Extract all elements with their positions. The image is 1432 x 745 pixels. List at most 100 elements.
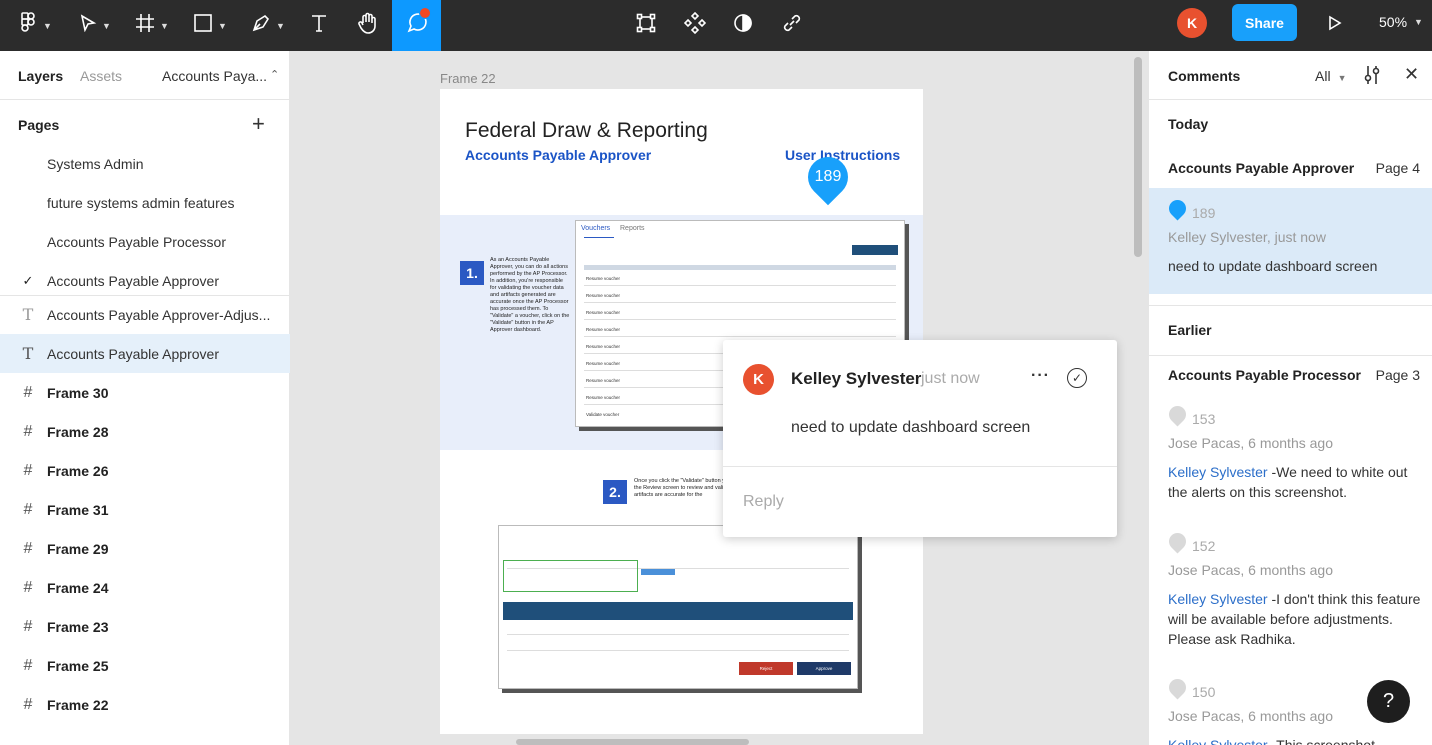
link-button[interactable] bbox=[776, 0, 808, 51]
layer-row[interactable]: # Frame 28 bbox=[0, 412, 290, 451]
link-icon bbox=[782, 13, 802, 38]
arrow-icon bbox=[641, 569, 675, 575]
edit-object-button[interactable] bbox=[630, 0, 662, 51]
page-label: Accounts Payable Processor bbox=[47, 233, 226, 250]
layer-row-selected[interactable]: T Accounts Payable Approver bbox=[0, 334, 290, 373]
page-item[interactable]: future systems admin features bbox=[0, 183, 290, 222]
layer-row[interactable]: # Frame 30 bbox=[0, 373, 290, 412]
layer-row[interactable]: # Frame 31 bbox=[0, 490, 290, 529]
frame-tool[interactable]: ▼ bbox=[127, 0, 177, 51]
reply-input[interactable]: Reply bbox=[743, 493, 784, 511]
layer-row[interactable]: # Frame 25 bbox=[0, 646, 290, 685]
horizontal-scrollbar[interactable] bbox=[516, 739, 749, 745]
mention-link[interactable]: Kelley Sylvester bbox=[1168, 464, 1268, 480]
text-tool[interactable] bbox=[303, 0, 335, 51]
vertical-scrollbar[interactable] bbox=[1134, 57, 1142, 257]
page-dropdown[interactable]: Accounts Paya... bbox=[162, 68, 267, 84]
rectangle-icon bbox=[193, 13, 213, 38]
pen-tool[interactable]: ▼ bbox=[243, 0, 293, 51]
shot-row-line bbox=[507, 634, 849, 635]
chevron-down-icon: ▼ bbox=[43, 20, 52, 31]
layer-label: Frame 24 bbox=[47, 579, 109, 596]
review-screenshot: Reject Approve bbox=[498, 525, 858, 689]
comment-text: need to update dashboard screen bbox=[1168, 258, 1378, 274]
layer-row[interactable]: # Frame 22 bbox=[0, 685, 290, 724]
comment-pin-number[interactable]: 189 bbox=[808, 157, 848, 197]
pages-heading: Pages bbox=[18, 117, 60, 133]
layer-label: Accounts Payable Approver-Adjus... bbox=[47, 306, 271, 323]
pen-icon bbox=[251, 13, 271, 38]
frame-layer-icon: # bbox=[23, 695, 33, 713]
more-options-icon[interactable]: ··· bbox=[1031, 367, 1050, 385]
comments-panel: Comments All ▼ ✕ Today Accounts Payable A… bbox=[1148, 51, 1432, 745]
user-avatar[interactable]: K bbox=[1177, 8, 1207, 38]
layer-row[interactable]: # Frame 29 bbox=[0, 529, 290, 568]
main-menu-button[interactable]: ▼ bbox=[8, 0, 64, 51]
move-icon bbox=[79, 14, 97, 37]
shot-row-line bbox=[507, 650, 849, 651]
share-button[interactable]: Share bbox=[1232, 4, 1297, 41]
hand-tool[interactable] bbox=[350, 0, 386, 51]
page-item[interactable]: Accounts Payable Processor bbox=[0, 222, 290, 261]
zoom-dropdown[interactable]: 50% ▼ bbox=[1379, 0, 1423, 44]
comment-dot-icon bbox=[1165, 529, 1190, 554]
mention-link[interactable]: Kelley Sylvester bbox=[1168, 591, 1268, 607]
layer-row[interactable]: # Frame 24 bbox=[0, 568, 290, 607]
highlight-box bbox=[503, 560, 638, 592]
move-tool[interactable]: ▼ bbox=[70, 0, 120, 51]
comment-item[interactable]: 153 Jose Pacas, 6 months ago Kelley Sylv… bbox=[1149, 396, 1432, 506]
chevron-down-icon: ▼ bbox=[276, 20, 285, 31]
step-number: 1. bbox=[460, 261, 484, 285]
frame-layer-icon: # bbox=[23, 422, 33, 440]
add-page-icon[interactable]: + bbox=[252, 111, 265, 137]
layer-row[interactable]: # Frame 26 bbox=[0, 451, 290, 490]
mask-button[interactable] bbox=[727, 0, 759, 51]
notification-dot bbox=[419, 7, 431, 19]
layer-row[interactable]: T Accounts Payable Approver-Adjus... bbox=[0, 295, 290, 334]
comment-tool[interactable] bbox=[392, 0, 441, 51]
settings-icon[interactable] bbox=[1363, 65, 1381, 90]
frame-label[interactable]: Frame 22 bbox=[440, 71, 496, 86]
layer-label: Frame 29 bbox=[47, 540, 109, 557]
shape-tool[interactable]: ▼ bbox=[185, 0, 235, 51]
comment-item[interactable]: 152 Jose Pacas, 6 months ago Kelley Sylv… bbox=[1149, 523, 1432, 653]
frame-layer-icon: # bbox=[23, 539, 33, 557]
page-group[interactable]: Accounts Payable Processor Page 3 bbox=[1168, 367, 1420, 383]
resolve-check-icon[interactable]: ✓ bbox=[1067, 368, 1087, 388]
panel-tabs: Layers Assets Accounts Paya... ⌃ bbox=[0, 51, 289, 100]
comment-number: 153 bbox=[1192, 411, 1216, 427]
frame-layer-icon: # bbox=[23, 578, 33, 596]
section-heading: Earlier bbox=[1168, 322, 1212, 338]
hand-icon bbox=[357, 12, 379, 39]
comments-header: Comments All ▼ ✕ bbox=[1149, 51, 1432, 100]
layers-panel: Layers Assets Accounts Paya... ⌃ Pages +… bbox=[0, 51, 290, 745]
mention-link[interactable]: Kelley Sylvester bbox=[1168, 737, 1268, 745]
layer-label: Frame 25 bbox=[47, 657, 109, 674]
comment-text: Kelley Sylvester -We need to white out t… bbox=[1168, 462, 1423, 502]
tab-assets[interactable]: Assets bbox=[80, 68, 122, 84]
doc-title: Federal Draw & Reporting bbox=[465, 119, 708, 142]
comment-item-active[interactable]: 189 Kelley Sylvester, just now need to u… bbox=[1149, 188, 1432, 294]
tab-layers[interactable]: Layers bbox=[18, 68, 63, 84]
comment-dot-icon bbox=[1165, 402, 1190, 427]
present-button[interactable] bbox=[1320, 0, 1348, 51]
frame-layer-icon: # bbox=[23, 656, 33, 674]
layer-label: Frame 31 bbox=[47, 501, 109, 518]
page-label: Accounts Payable Approver bbox=[47, 272, 219, 289]
close-icon[interactable]: ✕ bbox=[1404, 64, 1419, 85]
layer-row[interactable]: # Frame 23 bbox=[0, 607, 290, 646]
page-group-number: Page 4 bbox=[1375, 160, 1420, 176]
shot-tab-underline bbox=[584, 237, 614, 238]
comment-text: Kelley Sylvester -I don't think this fea… bbox=[1168, 589, 1423, 649]
frame-layer-icon: # bbox=[23, 461, 33, 479]
page-group[interactable]: Accounts Payable Approver Page 4 bbox=[1168, 160, 1420, 176]
filter-dropdown[interactable]: All ▼ bbox=[1315, 68, 1346, 84]
page-item[interactable]: Systems Admin bbox=[0, 144, 290, 183]
help-button[interactable]: ? bbox=[1367, 680, 1410, 723]
component-button[interactable] bbox=[679, 0, 711, 51]
shot-approve-button: Approve bbox=[797, 662, 851, 675]
shot-row-line bbox=[584, 319, 896, 320]
chevron-up-icon[interactable]: ⌃ bbox=[270, 68, 279, 81]
layer-label: Frame 22 bbox=[47, 696, 109, 713]
comment-thread-popup: K Kelley Sylvester just now ··· ✓ need t… bbox=[723, 340, 1117, 537]
